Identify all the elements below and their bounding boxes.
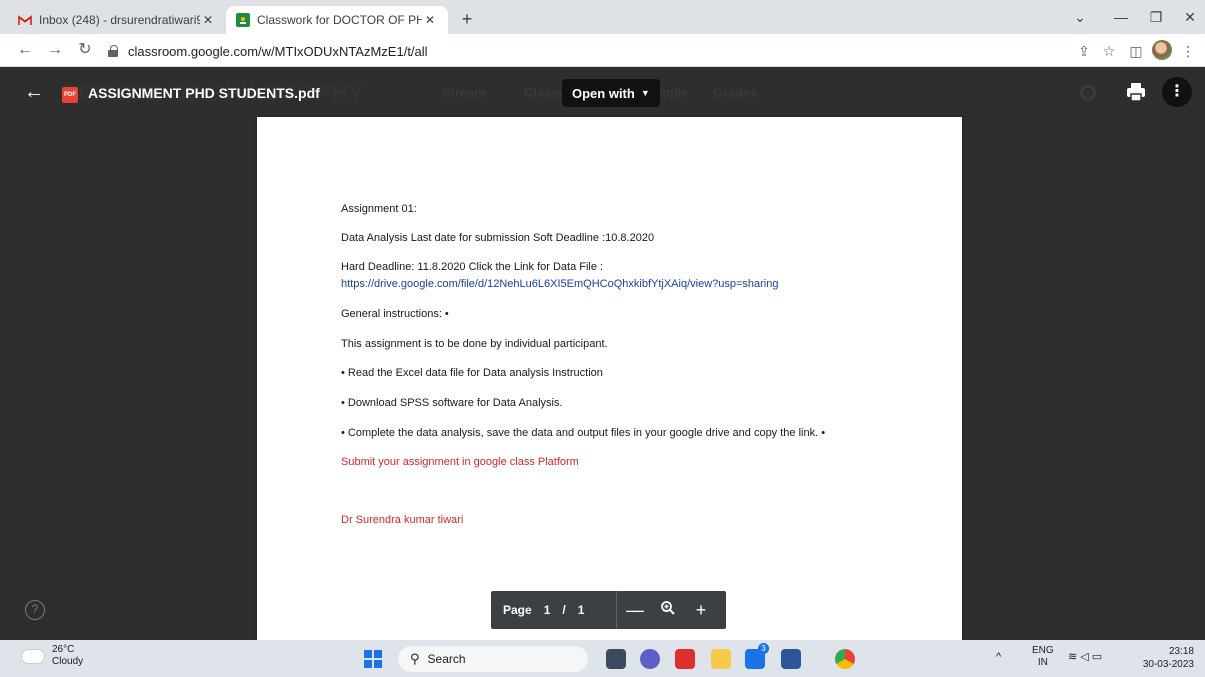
weather-widget[interactable]: 26°C Cloudy — [22, 644, 83, 668]
browser-toolbar: ← → ↻ classroom.google.com/w/MTIxODUxNTA… — [0, 34, 1205, 67]
address-bar[interactable]: classroom.google.com/w/MTIxODUxNTAzMzE1/… — [108, 39, 998, 63]
task-view-icon[interactable] — [606, 649, 626, 669]
caret-down-icon: ▼ — [640, 88, 650, 98]
lock-icon — [108, 45, 120, 57]
back-icon[interactable]: ← — [14, 40, 36, 62]
close-viewer-arrow-icon[interactable]: ← — [24, 81, 44, 104]
doc-line-read-excel: • Read the Excel data file for Data anal… — [341, 367, 603, 379]
help-icon[interactable]: ? — [25, 600, 45, 620]
page-indicator: Page 1 / 1 — [491, 591, 617, 629]
tab-title: Inbox (248) - drsurendratiwari99 — [39, 13, 200, 27]
print-icon[interactable] — [1125, 81, 1147, 103]
page-current: 1 — [543, 603, 551, 617]
close-tab-icon[interactable]: ✕ — [422, 13, 438, 27]
tab-title: Classwork for DOCTOR OF PHILO — [257, 13, 422, 27]
doc-line-hard-deadline: Hard Deadline: 11.8.2020 Click the Link … — [341, 261, 604, 273]
windows-taskbar: 26°C Cloudy ⚲ Search 3 ^ ENG IN ≋ ◁ ▭ 23… — [0, 640, 1205, 677]
tab-gmail[interactable]: Inbox (248) - drsurendratiwari99 ✕ — [8, 6, 226, 34]
weather-condition: Cloudy — [52, 656, 84, 667]
doc-line-individual: This assignment is to be done by individ… — [341, 338, 608, 350]
page-label: Page — [503, 603, 532, 617]
language-bottom: IN — [1037, 657, 1048, 668]
doc-data-file-link[interactable]: https://drive.google.com/file/d/12NehLu6… — [341, 278, 779, 290]
search-icon: ⚲ — [410, 651, 420, 666]
profile-avatar[interactable] — [1152, 40, 1172, 60]
doc-line-download-spss: • Download SPSS software for Data Analys… — [341, 397, 563, 409]
pdf-page: Assignment 01: Data Analysis Last date f… — [257, 117, 962, 640]
pdf-file-icon: PDF — [62, 87, 78, 103]
bookmark-star-icon[interactable]: ☆ — [1099, 41, 1119, 61]
page-controls: Page 1 / 1 — + — [491, 591, 726, 629]
wifi-volume-battery-icon[interactable]: ≋ ◁ ▭ — [1068, 651, 1102, 663]
cloud-icon — [22, 649, 44, 663]
zoom-reset-icon[interactable] — [653, 600, 683, 621]
windows-start-icon[interactable] — [364, 650, 382, 668]
clock-time: 23:18 — [1168, 646, 1194, 657]
close-window-icon[interactable]: ✕ — [1175, 6, 1205, 28]
zoom-in-icon[interactable]: + — [683, 600, 719, 621]
taskbar-search[interactable]: ⚲ Search — [398, 646, 588, 672]
doc-line-general-instructions: General instructions: • — [341, 308, 449, 320]
tab-search-icon[interactable]: ⌄ — [1065, 6, 1095, 28]
tab-classroom[interactable]: Classwork for DOCTOR OF PHILO ✕ — [226, 6, 448, 34]
close-tab-icon[interactable]: ✕ — [200, 13, 216, 27]
word-icon[interactable] — [781, 649, 801, 669]
tab-strip: Inbox (248) - drsurendratiwari99 ✕ Class… — [0, 0, 1205, 34]
page-separator: / — [562, 603, 566, 617]
tray-chevron-up-icon[interactable]: ^ — [996, 651, 1001, 663]
doc-line-complete-analysis: • Complete the data analysis, save the d… — [341, 427, 826, 439]
restore-icon[interactable]: ❐ — [1141, 6, 1171, 28]
language-indicator[interactable]: ENG IN — [1032, 645, 1054, 669]
more-options-icon[interactable]: ⋮ — [1162, 77, 1192, 107]
url-text: classroom.google.com/w/MTIxODUxNTAzMzE1/… — [128, 43, 428, 59]
new-tab-button[interactable]: + — [455, 8, 479, 32]
forward-icon[interactable]: → — [44, 40, 66, 62]
acrobat-icon[interactable] — [675, 649, 695, 669]
doc-line-submit: Submit your assignment in google class P… — [341, 456, 579, 468]
doc-line-title: Assignment 01: — [341, 203, 417, 215]
menu-kebab-icon[interactable]: ⋮ — [1178, 41, 1198, 61]
minimize-icon[interactable]: — — [1106, 6, 1136, 28]
language-top: ENG — [1032, 645, 1054, 656]
gmail-icon — [18, 13, 32, 27]
side-panel-icon[interactable]: ◫ — [1126, 41, 1146, 61]
pdf-viewer: DOCTOR OF PHILOSOPHY Stream Classwork Pe… — [0, 67, 1205, 640]
meet-chat-icon[interactable] — [640, 649, 660, 669]
mail-icon[interactable]: 3 — [745, 643, 769, 669]
doc-line-soft-deadline: Data Analysis Last date for submission S… — [341, 232, 655, 244]
share-icon[interactable]: ⇪ — [1074, 41, 1094, 61]
search-label: Search — [427, 652, 466, 666]
file-name: ASSIGNMENT PHD STUDENTS.pdf — [88, 85, 320, 101]
open-with-label: Open with — [572, 85, 635, 101]
system-clock[interactable]: 23:18 30-03-2023 — [1132, 645, 1194, 671]
page-total: 1 — [577, 603, 585, 617]
open-with-button[interactable]: Open with ▼ — [562, 79, 660, 107]
notification-badge: 3 — [758, 643, 769, 654]
reload-icon[interactable]: ↻ — [74, 40, 96, 62]
viewer-header: ← PDF ASSIGNMENT PHD STUDENTS.pdf Open w… — [0, 67, 1205, 119]
clock-date: 30-03-2023 — [1142, 659, 1194, 670]
temperature: 26°C — [52, 644, 75, 655]
chrome-icon[interactable] — [835, 649, 855, 669]
classroom-icon — [236, 13, 250, 27]
doc-line-author: Dr Surendra kumar tiwari — [341, 514, 464, 526]
file-explorer-icon[interactable] — [711, 649, 731, 669]
zoom-out-icon[interactable]: — — [617, 600, 653, 621]
